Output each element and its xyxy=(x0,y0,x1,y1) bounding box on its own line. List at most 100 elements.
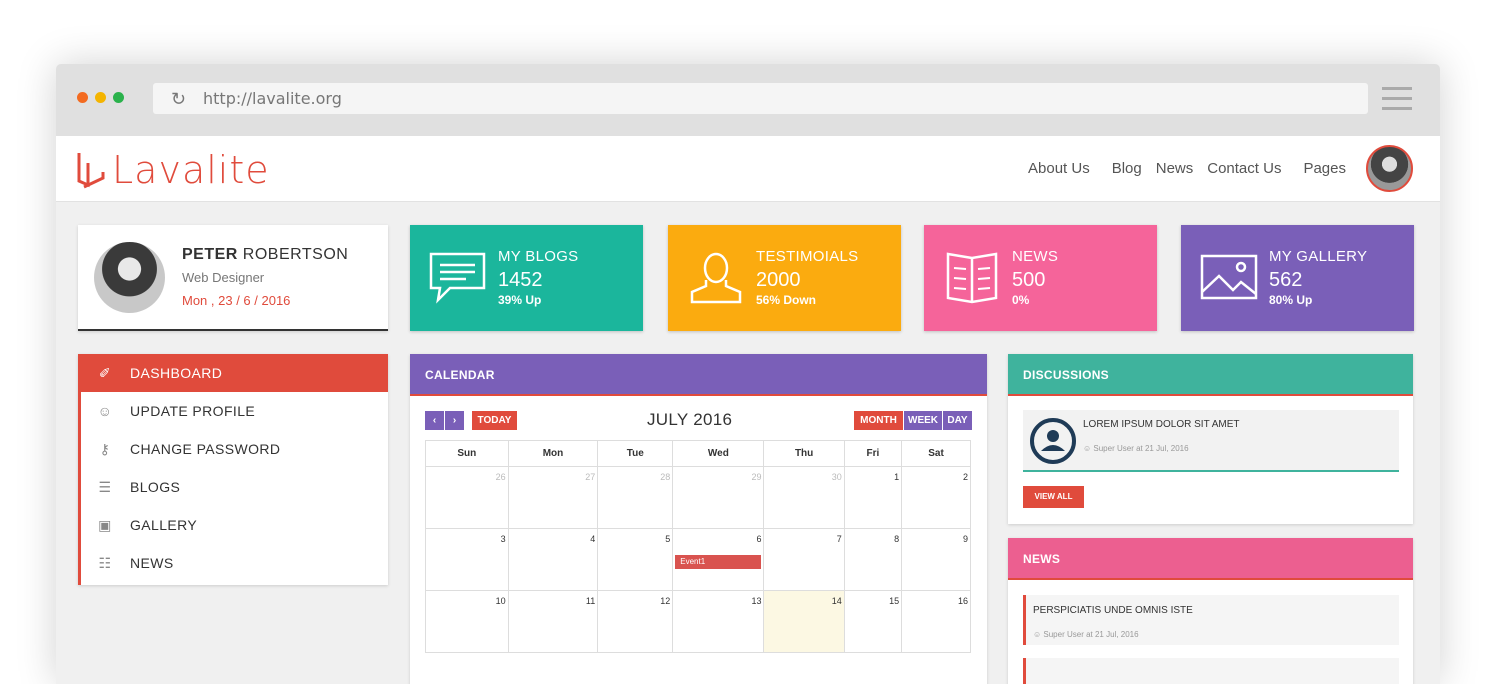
main-navigation: About Us Blog News Contact Us Pages xyxy=(1028,160,1346,177)
stat-card-gallery[interactable]: MY GALLERY 562 80% Up xyxy=(1181,225,1414,331)
site-logo[interactable]: Lavalite xyxy=(76,148,270,192)
brand-name: Lavalite xyxy=(112,148,270,192)
weekday-header: Fri xyxy=(843,440,903,467)
discussion-meta: ☺ Super User at 21 Jul, 2016 xyxy=(1083,444,1189,453)
sidebar-item-change-password[interactable]: ⚷ CHANGE PASSWORD xyxy=(81,430,388,468)
sidebar-item-update-profile[interactable]: ☺ UPDATE PROFILE xyxy=(81,392,388,430)
calendar-day[interactable]: 3 xyxy=(425,528,509,591)
calendar-toolbar: ‹ › TODAY JULY 2016 MONTH WEEK DAY xyxy=(410,396,987,438)
news-panel: NEWS PERSPICIATIS UNDE OMNIS ISTE ☺ Supe… xyxy=(1008,538,1413,684)
nav-news[interactable]: News xyxy=(1156,160,1194,177)
news-header: NEWS xyxy=(1008,538,1413,580)
calendar-day[interactable]: 6 Event1 xyxy=(672,528,765,591)
day-view-button[interactable]: DAY xyxy=(943,411,972,430)
chat-icon xyxy=(429,252,486,304)
calendar-day[interactable]: 13 xyxy=(672,590,765,653)
sidebar-item-label: NEWS xyxy=(130,555,174,571)
calendar-week: 10 11 12 13 14 15 16 xyxy=(425,590,971,653)
next-month-button[interactable]: › xyxy=(445,411,464,430)
stat-card-testimonials[interactable]: TESTIMOIALS 2000 56% Down xyxy=(668,225,901,331)
calendar-day[interactable]: 12 xyxy=(597,590,674,653)
profile-card: PETER ROBERTSON Web Designer Mon , 23 / … xyxy=(78,225,388,331)
stat-change: 39% Up xyxy=(498,293,542,307)
sidebar-item-blogs[interactable]: ☰ BLOGS xyxy=(81,468,388,506)
sidebar-item-news[interactable]: ☷ NEWS xyxy=(81,544,388,582)
stat-change: 0% xyxy=(1012,293,1030,307)
sidebar-menu: ✐ DASHBOARD ☺ UPDATE PROFILE ⚷ CHANGE PA… xyxy=(78,354,388,585)
calendar-panel: CALENDAR ‹ › TODAY JULY 2016 MONTH WEEK … xyxy=(410,354,987,684)
stat-value: 500 xyxy=(1012,269,1046,291)
sidebar-item-label: CHANGE PASSWORD xyxy=(130,441,281,457)
stat-card-news[interactable]: NEWS 500 0% xyxy=(924,225,1157,331)
book-icon xyxy=(946,252,998,304)
browser-window: ↻ http://lavalite.org Lavalite About Us … xyxy=(56,64,1440,684)
calendar-week: 26 27 28 29 30 1 2 xyxy=(425,466,971,529)
stat-value: 562 xyxy=(1269,269,1303,291)
week-view-button[interactable]: WEEK xyxy=(904,411,942,430)
nav-about-us[interactable]: About Us xyxy=(1028,160,1090,177)
today-button[interactable]: TODAY xyxy=(472,411,517,430)
discussion-title[interactable]: LOREM IPSUM DOLOR SIT AMET xyxy=(1083,419,1240,430)
sidebar-item-gallery[interactable]: ▣ GALLERY xyxy=(81,506,388,544)
stat-value: 1452 xyxy=(498,269,543,291)
stat-change: 80% Up xyxy=(1269,293,1313,307)
reload-icon[interactable]: ↻ xyxy=(171,89,191,109)
tag-icon: ✐ xyxy=(98,365,112,381)
key-icon: ⚷ xyxy=(99,441,111,457)
calendar-title: JULY 2016 xyxy=(647,410,733,429)
stat-change: 56% Down xyxy=(756,293,817,307)
profile-role: Web Designer xyxy=(182,270,265,285)
calendar-day[interactable]: 1 xyxy=(843,466,903,529)
stat-title: MY BLOGS xyxy=(498,248,579,265)
stat-title: NEWS xyxy=(1012,248,1059,265)
calendar-day[interactable]: 26 xyxy=(425,466,509,529)
maximize-window-dot[interactable] xyxy=(113,92,124,103)
calendar-day[interactable]: 8 xyxy=(843,528,903,591)
nav-contact-us[interactable]: Contact Us xyxy=(1207,160,1281,177)
url-text: http://lavalite.org xyxy=(203,89,342,108)
news-item[interactable]: PERSPICIATIS UNDE OMNIS ISTE ☺ Super Use… xyxy=(1023,595,1399,645)
discussions-panel: DISCUSSIONS LOREM IPSUM DOLOR SIT AMET ☺… xyxy=(1008,354,1413,524)
discussions-header: DISCUSSIONS xyxy=(1008,354,1413,396)
calendar-event[interactable]: Event1 xyxy=(675,555,762,569)
user-avatar[interactable] xyxy=(1366,145,1413,192)
view-all-button[interactable]: VIEW ALL xyxy=(1023,486,1084,508)
image-icon: ▣ xyxy=(98,517,112,533)
calendar-day[interactable]: 28 xyxy=(597,466,674,529)
browser-menu-icon[interactable] xyxy=(1382,87,1412,117)
news-title[interactable]: PERSPICIATIS UNDE OMNIS ISTE xyxy=(1033,605,1193,616)
calendar-day[interactable]: 16 xyxy=(901,590,971,653)
news-item[interactable] xyxy=(1023,658,1399,684)
calendar-day[interactable]: 30 xyxy=(763,466,845,529)
weekday-header: Sun xyxy=(425,440,509,467)
address-bar[interactable]: ↻ http://lavalite.org xyxy=(153,83,1368,114)
calendar-day[interactable]: 27 xyxy=(507,466,599,529)
calendar-day[interactable]: 14 xyxy=(763,590,845,653)
stat-card-blogs[interactable]: MY BLOGS 1452 39% Up xyxy=(410,225,643,331)
minimize-window-dot[interactable] xyxy=(95,92,106,103)
nav-pages[interactable]: Pages xyxy=(1303,160,1346,177)
weekday-header: Thu xyxy=(763,440,845,467)
calendar-day[interactable]: 4 xyxy=(507,528,599,591)
sidebar-item-label: UPDATE PROFILE xyxy=(130,403,256,419)
comment-icon: ☰ xyxy=(98,479,112,495)
discussion-item[interactable]: LOREM IPSUM DOLOR SIT AMET ☺ Super User … xyxy=(1023,410,1399,472)
calendar-day[interactable]: 7 xyxy=(763,528,845,591)
month-view-button[interactable]: MONTH xyxy=(854,411,903,430)
calendar-day[interactable]: 2 xyxy=(901,466,971,529)
calendar-day[interactable]: 9 xyxy=(901,528,971,591)
calendar-day[interactable]: 15 xyxy=(843,590,903,653)
calendar-day[interactable]: 5 xyxy=(597,528,674,591)
user-icon xyxy=(690,252,742,304)
close-window-dot[interactable] xyxy=(77,92,88,103)
profile-name: PETER ROBERTSON xyxy=(182,246,349,263)
calendar-day[interactable]: 10 xyxy=(425,590,509,653)
sidebar-item-label: BLOGS xyxy=(130,479,181,495)
nav-blog[interactable]: Blog xyxy=(1112,160,1142,177)
calendar-day[interactable]: 29 xyxy=(672,466,765,529)
calendar-day[interactable]: 11 xyxy=(507,590,599,653)
weekday-header: Mon xyxy=(507,440,599,467)
sidebar-item-label: GALLERY xyxy=(130,517,198,533)
prev-month-button[interactable]: ‹ xyxy=(425,411,444,430)
sidebar-item-dashboard[interactable]: ✐ DASHBOARD xyxy=(78,354,388,392)
